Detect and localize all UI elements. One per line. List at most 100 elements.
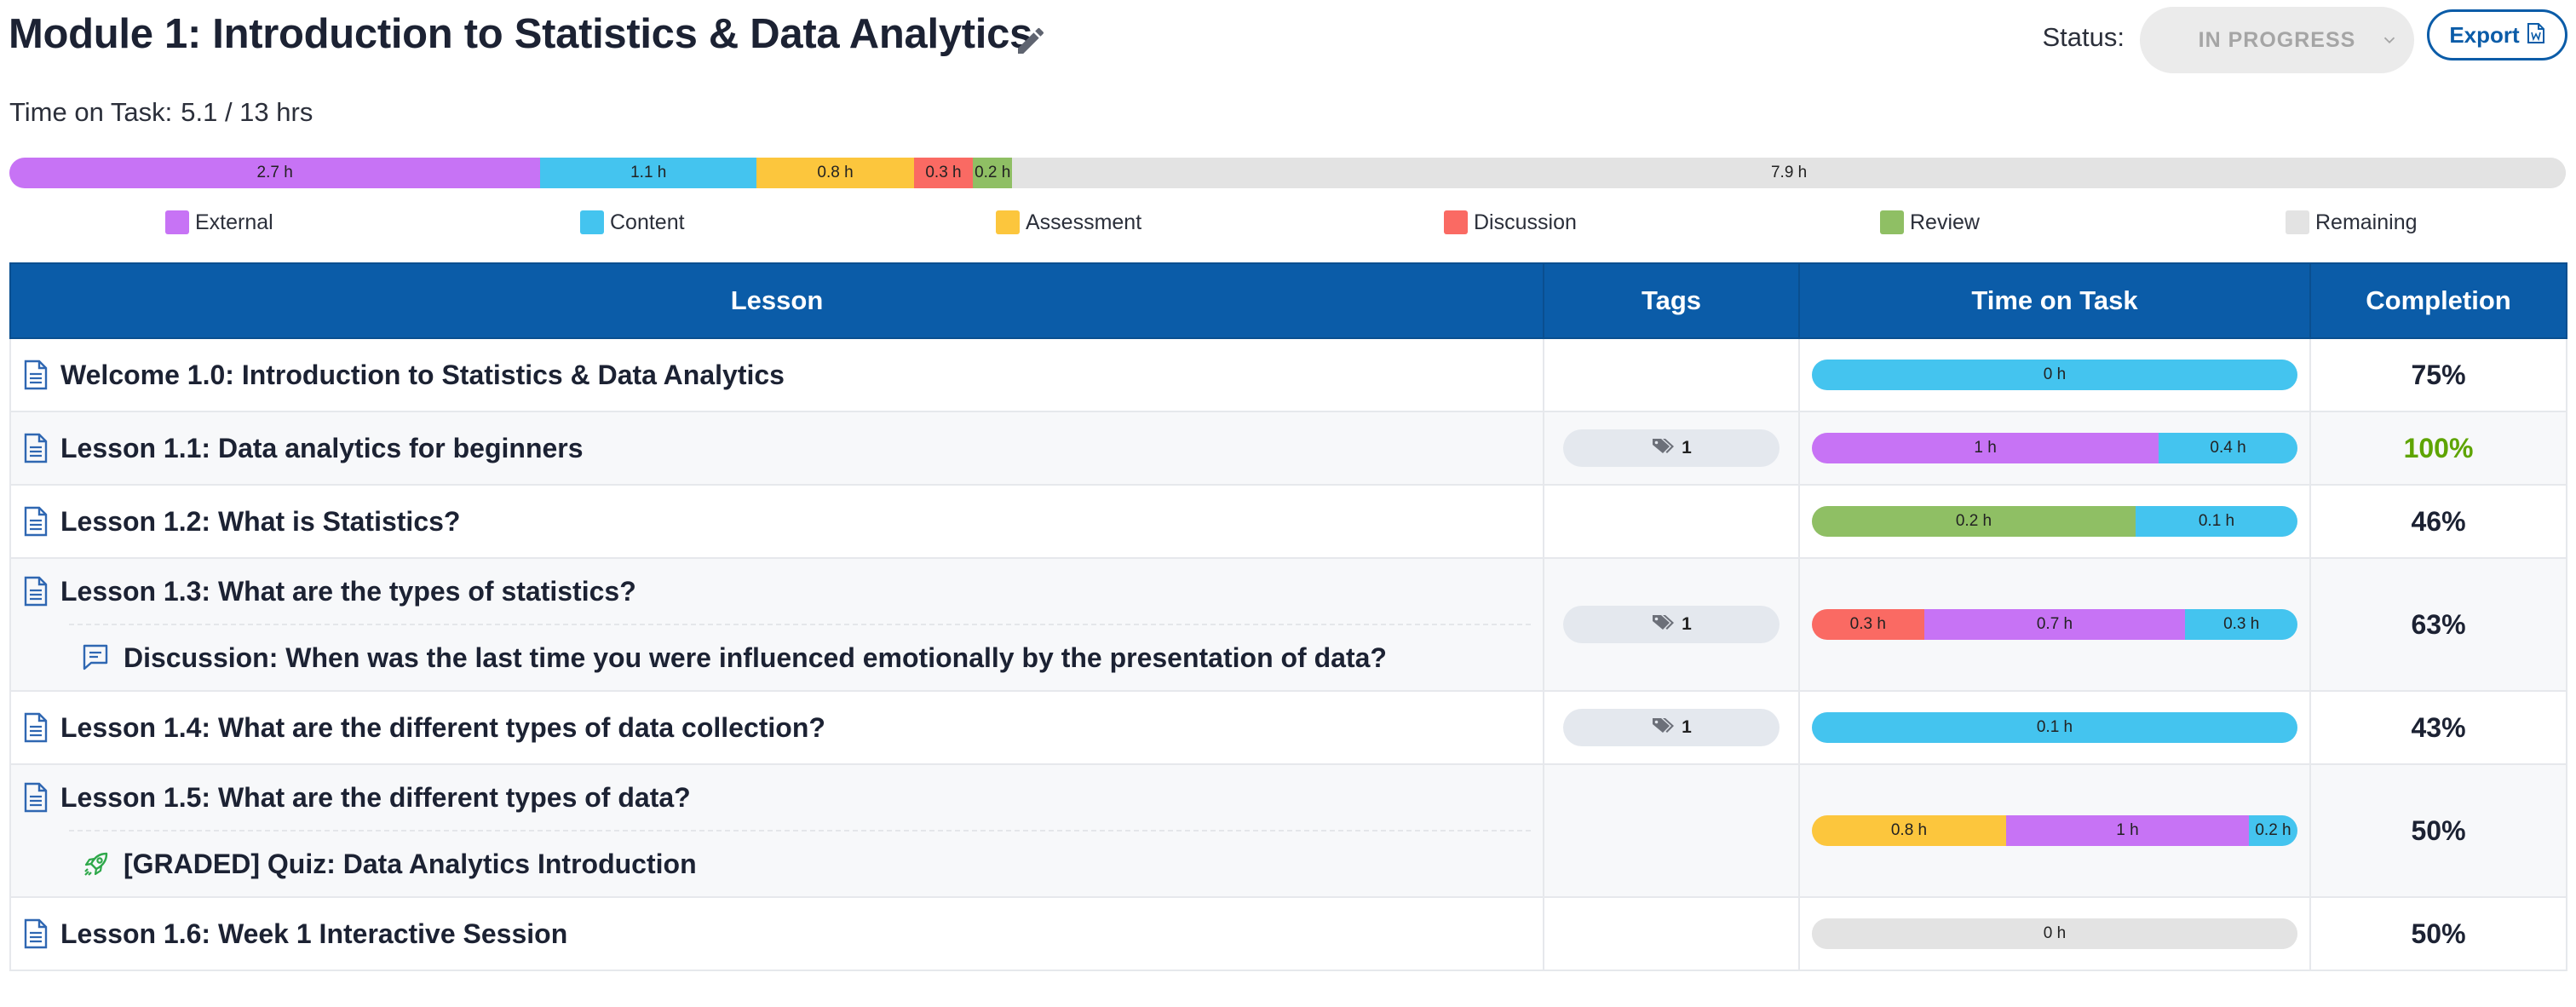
lesson-cell: Lesson 1.2: What is Statistics? — [9, 484, 1544, 559]
sub-activity-item[interactable]: [GRADED] Quiz: Data Analytics Introducti… — [11, 831, 1543, 896]
time-segment-discussion: 0.3 h — [1812, 609, 1924, 640]
time-segment-review: 0.2 h — [973, 158, 1013, 188]
document-icon — [23, 576, 49, 607]
lesson-item[interactable]: Lesson 1.1: Data analytics for beginners — [11, 412, 1543, 484]
tag-count-pill[interactable]: 1 — [1563, 709, 1780, 746]
lesson-time-bar: 0.1 h — [1812, 712, 2297, 743]
tag-count: 1 — [1682, 614, 1692, 634]
legend-label: Remaining — [2315, 210, 2418, 234]
lesson-title[interactable]: Lesson 1.2: What is Statistics? — [60, 506, 460, 538]
tags-icon — [1651, 613, 1676, 636]
lesson-cell: Lesson 1.1: Data analytics for beginners — [9, 411, 1544, 486]
tag-count-pill[interactable]: 1 — [1563, 606, 1780, 643]
time-on-task-label: Time on Task: — [9, 97, 173, 127]
lesson-time-bar: 0.3 h 0.7 h 0.3 h — [1812, 609, 2297, 640]
time-on-task-cell: 0.3 h 0.7 h 0.3 h — [1798, 557, 2311, 692]
time-on-task-cell: 0 h — [1798, 337, 2311, 412]
table-row[interactable]: Lesson 1.1: Data analytics for beginners… — [9, 411, 2567, 486]
lesson-item[interactable]: Lesson 1.6: Week 1 Interactive Session — [11, 898, 1543, 970]
export-button[interactable]: Export — [2427, 9, 2567, 60]
legend-item-assessment: Assessment — [996, 207, 1141, 238]
lesson-title[interactable]: Welcome 1.0: Introduction to Statistics … — [60, 360, 785, 391]
pencil-icon[interactable] — [1014, 24, 1048, 58]
completion-value: 75% — [2309, 337, 2567, 412]
export-button-label: Export — [2449, 21, 2520, 48]
document-icon — [23, 918, 49, 949]
time-on-task-cell: 0.2 h 0.1 h — [1798, 484, 2311, 559]
tags-icon — [1651, 716, 1676, 739]
completion-value: 43% — [2309, 690, 2567, 765]
tags-cell — [1543, 337, 1800, 412]
time-segment-external: 1 h — [1812, 433, 2159, 463]
time-segment-assessment: 0.8 h — [756, 158, 914, 188]
status-value: IN PROGRESS — [2198, 27, 2356, 52]
tag-count-pill[interactable]: 1 — [1563, 429, 1780, 467]
page-title: Module 1: Introduction to Statistics & D… — [9, 11, 1032, 57]
lesson-title[interactable]: [GRADED] Quiz: Data Analytics Introducti… — [124, 849, 697, 880]
module-header: Module 1: Introduction to Statistics & D… — [9, 7, 2567, 73]
lesson-item[interactable]: Lesson 1.3: What are the types of statis… — [11, 559, 1543, 624]
time-segment-content: 0.1 h — [2136, 506, 2297, 537]
legend-item-discussion: Discussion — [1444, 207, 1577, 238]
lesson-title[interactable]: Lesson 1.4: What are the different types… — [60, 712, 825, 744]
tags-cell: 1 — [1543, 690, 1800, 765]
completion-value: 50% — [2309, 763, 2567, 898]
time-on-task-cell: 0 h — [1798, 896, 2311, 971]
lesson-cell: Lesson 1.4: What are the different types… — [9, 690, 1544, 765]
lesson-title[interactable]: Lesson 1.6: Week 1 Interactive Session — [60, 918, 567, 950]
word-file-icon — [2527, 22, 2545, 49]
lesson-time-bar: 0 h — [1812, 918, 2297, 949]
tags-cell — [1543, 763, 1800, 898]
completion-value: 100% — [2309, 411, 2567, 486]
table-row[interactable]: Lesson 1.6: Week 1 Interactive Session 0 … — [9, 896, 2567, 971]
status-label: Status: — [2042, 22, 2125, 52]
lesson-title[interactable]: Lesson 1.1: Data analytics for beginners — [60, 433, 584, 464]
lesson-item[interactable]: Welcome 1.0: Introduction to Statistics … — [11, 339, 1543, 411]
legend-label: Content — [610, 210, 685, 234]
table-row[interactable]: Lesson 1.3: What are the types of statis… — [9, 557, 2567, 692]
column-header-lesson[interactable]: Lesson — [9, 262, 1544, 339]
time-segment-remaining: 7.9 h — [1012, 158, 2566, 188]
status-select[interactable]: IN PROGRESS — [2140, 7, 2414, 73]
legend-item-review: Review — [1880, 207, 1980, 238]
legend-item-external: External — [165, 207, 273, 238]
column-header-tags[interactable]: Tags — [1543, 262, 1800, 339]
time-segment-review: 0.2 h — [1812, 506, 2136, 537]
legend-item-remaining: Remaining — [2286, 207, 2418, 238]
legend-label: External — [195, 210, 273, 234]
table-row[interactable]: Lesson 1.2: What is Statistics? 0.2 h 0.1 … — [9, 484, 2567, 559]
time-segment-assessment: 0.8 h — [1812, 815, 2006, 846]
table-row[interactable]: Welcome 1.0: Introduction to Statistics … — [9, 337, 2567, 412]
lesson-time-bar: 0.8 h1 h 0.2 h — [1812, 815, 2297, 846]
legend-swatch — [996, 210, 1020, 234]
lesson-title[interactable]: Lesson 1.3: What are the types of statis… — [60, 576, 636, 607]
time-on-task-summary: Time on Task: 5.1 / 13 hrs — [9, 97, 313, 128]
tag-count: 1 — [1682, 438, 1692, 457]
time-segment-content: 0 h — [1812, 360, 2297, 390]
table-row[interactable]: Lesson 1.5: What are the different types… — [9, 763, 2567, 898]
legend-label: Review — [1910, 210, 1980, 234]
document-icon — [23, 712, 49, 743]
lesson-cell: Lesson 1.3: What are the types of statis… — [9, 557, 1544, 692]
column-header-completion[interactable]: Completion — [2309, 262, 2567, 339]
document-icon — [23, 506, 49, 537]
time-on-task-value: 5.1 / 13 hrs — [181, 97, 313, 127]
time-on-task-cell: 0.8 h1 h 0.2 h — [1798, 763, 2311, 898]
time-segment-content: 0.1 h — [1812, 712, 2297, 743]
column-header-time-on-task[interactable]: Time on Task — [1798, 262, 2311, 339]
lesson-item[interactable]: Lesson 1.2: What is Statistics? — [11, 486, 1543, 557]
table-row[interactable]: Lesson 1.4: What are the different types… — [9, 690, 2567, 765]
lesson-cell: Lesson 1.5: What are the different types… — [9, 763, 1544, 898]
lesson-item[interactable]: Lesson 1.4: What are the different types… — [11, 692, 1543, 763]
time-on-task-bar: 2.7 h 1.1 h 0.8 h 0.3 h 0.2 h 7.9 h — [9, 158, 2566, 188]
lesson-title[interactable]: Discussion: When was the last time you w… — [124, 642, 1387, 674]
time-segment-external: 1 h — [2006, 815, 2249, 846]
sub-activity-item[interactable]: Discussion: When was the last time you w… — [11, 625, 1543, 690]
time-segment-external: 2.7 h — [9, 158, 541, 188]
lesson-item[interactable]: Lesson 1.5: What are the different types… — [11, 765, 1543, 830]
table-header-row: Lesson Tags Time on Task Completion — [9, 262, 2567, 339]
lesson-title[interactable]: Lesson 1.5: What are the different types… — [60, 782, 691, 814]
legend-label: Discussion — [1474, 210, 1577, 234]
time-segment-remaining: 0 h — [1812, 918, 2297, 949]
discussion-icon — [81, 642, 112, 673]
